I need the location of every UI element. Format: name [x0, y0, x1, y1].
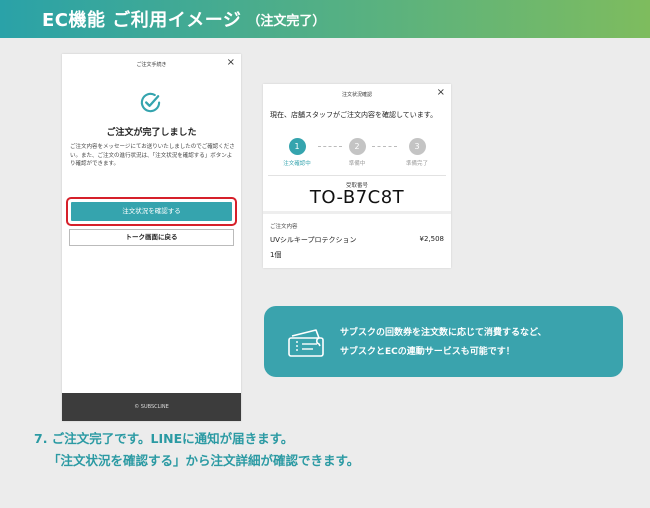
screen-header: 注文状況確認 × [263, 84, 451, 106]
item-price: ¥2,508 [419, 235, 445, 243]
step-2: 2 準備中 [327, 138, 387, 167]
info-text: サブスクの回数券を注文数に応じて消費するなど、 サブスクとECの連動サービスも可… [340, 324, 547, 362]
step-number: 1 [288, 138, 306, 155]
check-order-status-button[interactable]: 注文状況を確認する [71, 202, 232, 221]
step-1: 1 注文確認中 [267, 138, 327, 167]
info-line-2: サブスクとECの連動サービスも可能です！ [340, 347, 515, 357]
step-number: 2 [348, 138, 366, 155]
receipt-number: TO-B7C8T [309, 187, 405, 208]
step-caption: 7. ご注文完了です。LINEに通知が届きます。 「注文状況を確認する」から注文… [34, 428, 359, 472]
item-name: UVシルキープロテクション [270, 236, 357, 244]
back-to-talk-button[interactable]: トーク画面に戻る [69, 229, 234, 246]
highlight-frame: 注文状況を確認する [66, 197, 237, 226]
completion-message: ご注文内容をメッセージにてお送りいたしましたのでご確認ください。また、ご注文の進… [70, 144, 235, 167]
info-callout: サブスクの回数券を注文数に応じて消費するなど、 サブスクとECの連動サービスも可… [264, 306, 623, 377]
close-icon[interactable]: × [437, 87, 445, 98]
step-label: 準備中 [348, 161, 366, 167]
banner-subtitle: （注文完了） [247, 13, 326, 29]
step-3: 3 準備完了 [387, 138, 447, 167]
caption-line-2: 「注文状況を確認する」から注文詳細が確認できます。 [48, 453, 360, 468]
screen-title: 注文状況確認 [341, 92, 372, 98]
status-message: 現在、店舗スタッフがご注文内容を確認しています。 [270, 111, 438, 119]
check-circle-icon [140, 92, 161, 113]
order-contents-label: ご注文内容 [270, 224, 298, 230]
divider [268, 175, 446, 176]
divider [263, 211, 451, 214]
footer-copyright: © SUBSCLINE [62, 393, 241, 421]
order-status-screen: 注文状況確認 × 現在、店舗スタッフがご注文内容を確認しています。 1 注文確認… [263, 84, 451, 268]
header-banner: EC機能 ご利用イメージ （注文完了） [0, 0, 650, 38]
close-icon[interactable]: × [227, 57, 235, 68]
step-label: 準備完了 [405, 161, 428, 167]
completion-heading: ご注文が完了しました [106, 128, 197, 138]
screen-header: ご注文手続き × [62, 54, 241, 76]
order-complete-screen: ご注文手続き × ご注文が完了しました ご注文内容をメッセージにてお送りいたしま… [62, 54, 241, 421]
progress-steps: 1 注文確認中 2 準備中 3 準備完了 [263, 138, 451, 172]
banner-title: EC機能 ご利用イメージ [42, 10, 242, 31]
coupon-ticket-icon [288, 329, 324, 357]
step-label: 注文確認中 [283, 161, 311, 167]
info-line-1: サブスクの回数券を注文数に応じて消費するなど、 [340, 328, 547, 338]
caption-line-1: 7. ご注文完了です。LINEに通知が届きます。 [34, 431, 294, 446]
screen-title: ご注文手続き [136, 62, 167, 68]
step-number: 3 [408, 138, 426, 155]
item-quantity: 1個 [270, 251, 282, 259]
